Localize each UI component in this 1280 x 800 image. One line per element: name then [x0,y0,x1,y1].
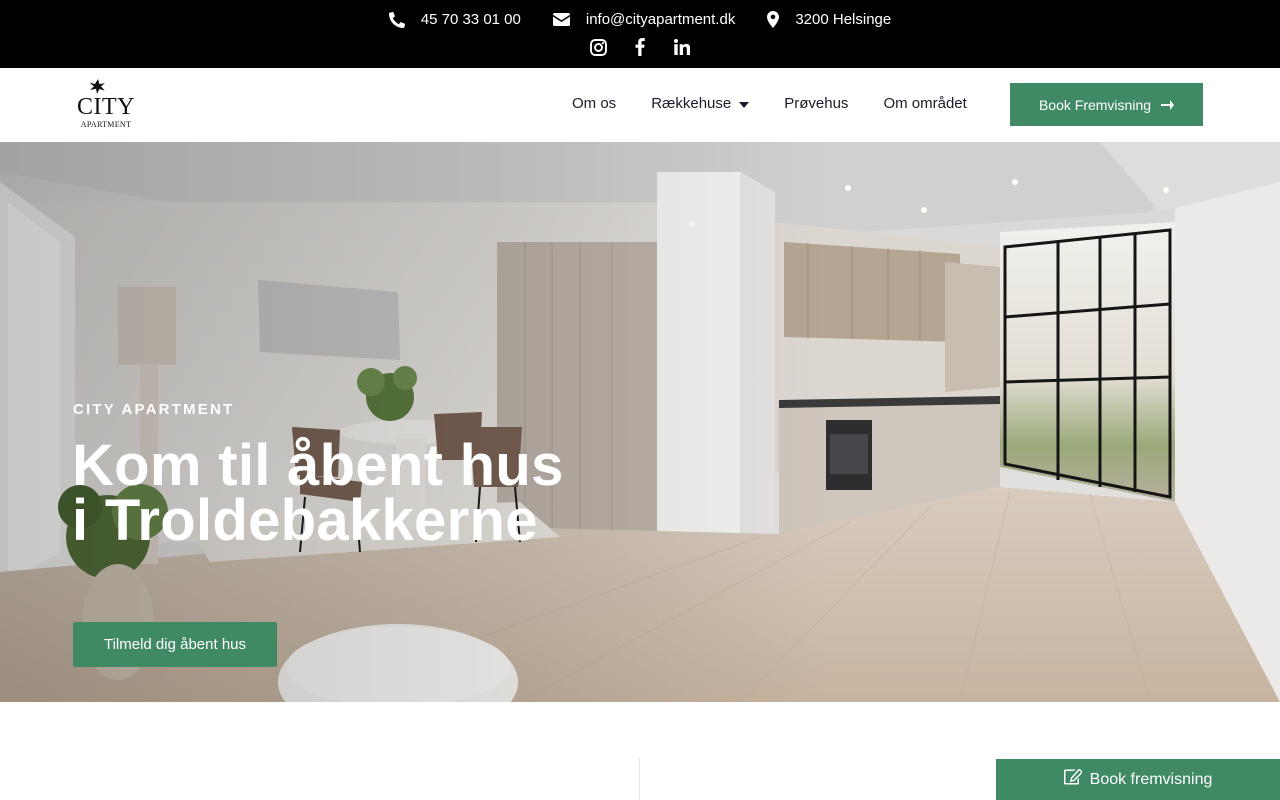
cta-label: Tilmeld dig åbent hus [103,636,247,653]
site-logo[interactable]: CITY APARTMENT [76,79,136,131]
arrow-right-icon [1161,97,1175,113]
logo-city-text: CITY [77,94,135,120]
phone-number: 45 70 33 01 00 [420,11,521,28]
main-nav: Om os Rækkehuse Prøvehus Om området [572,95,967,112]
location-text: 3200 Helsinge [795,11,892,28]
nav-item-om-omraadet[interactable]: Om området [883,95,966,112]
email-link[interactable]: info@cityapartment.dk [552,11,736,28]
hero-title: Kom til åbent hus i Troldebakkerne [72,433,564,553]
section-divider [639,758,640,800]
nav-item-raekkehuse[interactable]: Rækkehuse [651,95,750,112]
nav-item-label: Rækkehuse [651,95,732,112]
map-marker-icon [767,11,780,28]
site-header: CITY APARTMENT Om os Rækkehuse Prøvehus … [0,68,1280,142]
caret-down-icon [739,95,750,112]
contact-row: 45 70 33 01 00 info@cityapartment.dk 320… [0,11,1280,28]
location-info: 3200 Helsinge [767,11,891,28]
hero-overlay [0,142,1280,702]
phone-icon [388,11,405,28]
facebook-icon[interactable] [631,37,649,57]
edit-icon [1063,768,1083,790]
email-address: info@cityapartment.dk [585,11,736,28]
hero-section: CITY APARTMENT Kom til åbent hus i Trold… [0,142,1280,702]
nav-item-label: Om os [572,95,617,112]
signup-open-house-button[interactable]: Tilmeld dig åbent hus [73,622,277,667]
nav-item-provehus[interactable]: Prøvehus [784,95,848,112]
linkedin-icon[interactable] [673,37,691,57]
floating-book-label: Book fremvisning [1089,770,1213,788]
nav-item-label: Om området [883,95,967,112]
book-fremvisning-button[interactable]: Book Fremvisning [1010,83,1203,126]
phone-link[interactable]: 45 70 33 01 00 [388,11,521,28]
floating-book-button[interactable]: Book fremvisning [996,759,1280,800]
envelope-icon [552,13,570,26]
book-button-label: Book Fremvisning [1038,96,1152,113]
logo-apartment-text: APARTMENT [80,120,132,129]
top-contact-bar: 45 70 33 01 00 info@cityapartment.dk 320… [0,0,1280,68]
nav-item-om-os[interactable]: Om os [572,95,616,112]
instagram-icon[interactable] [589,37,607,57]
hero-eyebrow: CITY APARTMENT [73,401,235,418]
nav-item-label: Prøvehus [784,95,849,112]
social-row [0,37,1280,57]
